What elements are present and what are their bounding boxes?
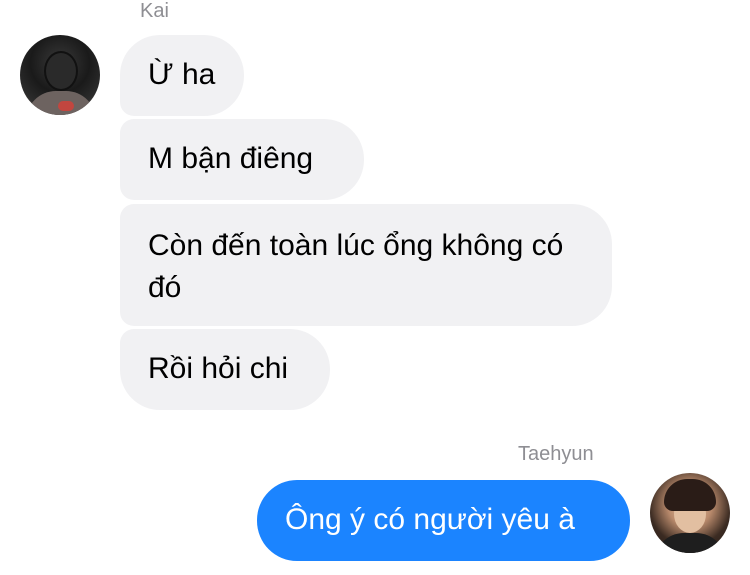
message-bubble-incoming[interactable]: Còn đến toàn lúc ổng không có đó (120, 204, 612, 326)
avatar-kai[interactable] (20, 35, 100, 115)
avatar-taehyun[interactable] (650, 473, 730, 553)
message-bubble-incoming[interactable]: Rồi hỏi chi (120, 329, 330, 410)
sender-name-taehyun: Taehyun (518, 443, 594, 465)
message-bubble-incoming[interactable]: M bận điêng (120, 119, 364, 200)
message-bubble-incoming[interactable]: Ừ ha (120, 35, 244, 116)
message-bubble-outgoing[interactable]: Ông ý có người yêu à (257, 480, 630, 561)
sender-name-kai: Kai (140, 0, 169, 22)
